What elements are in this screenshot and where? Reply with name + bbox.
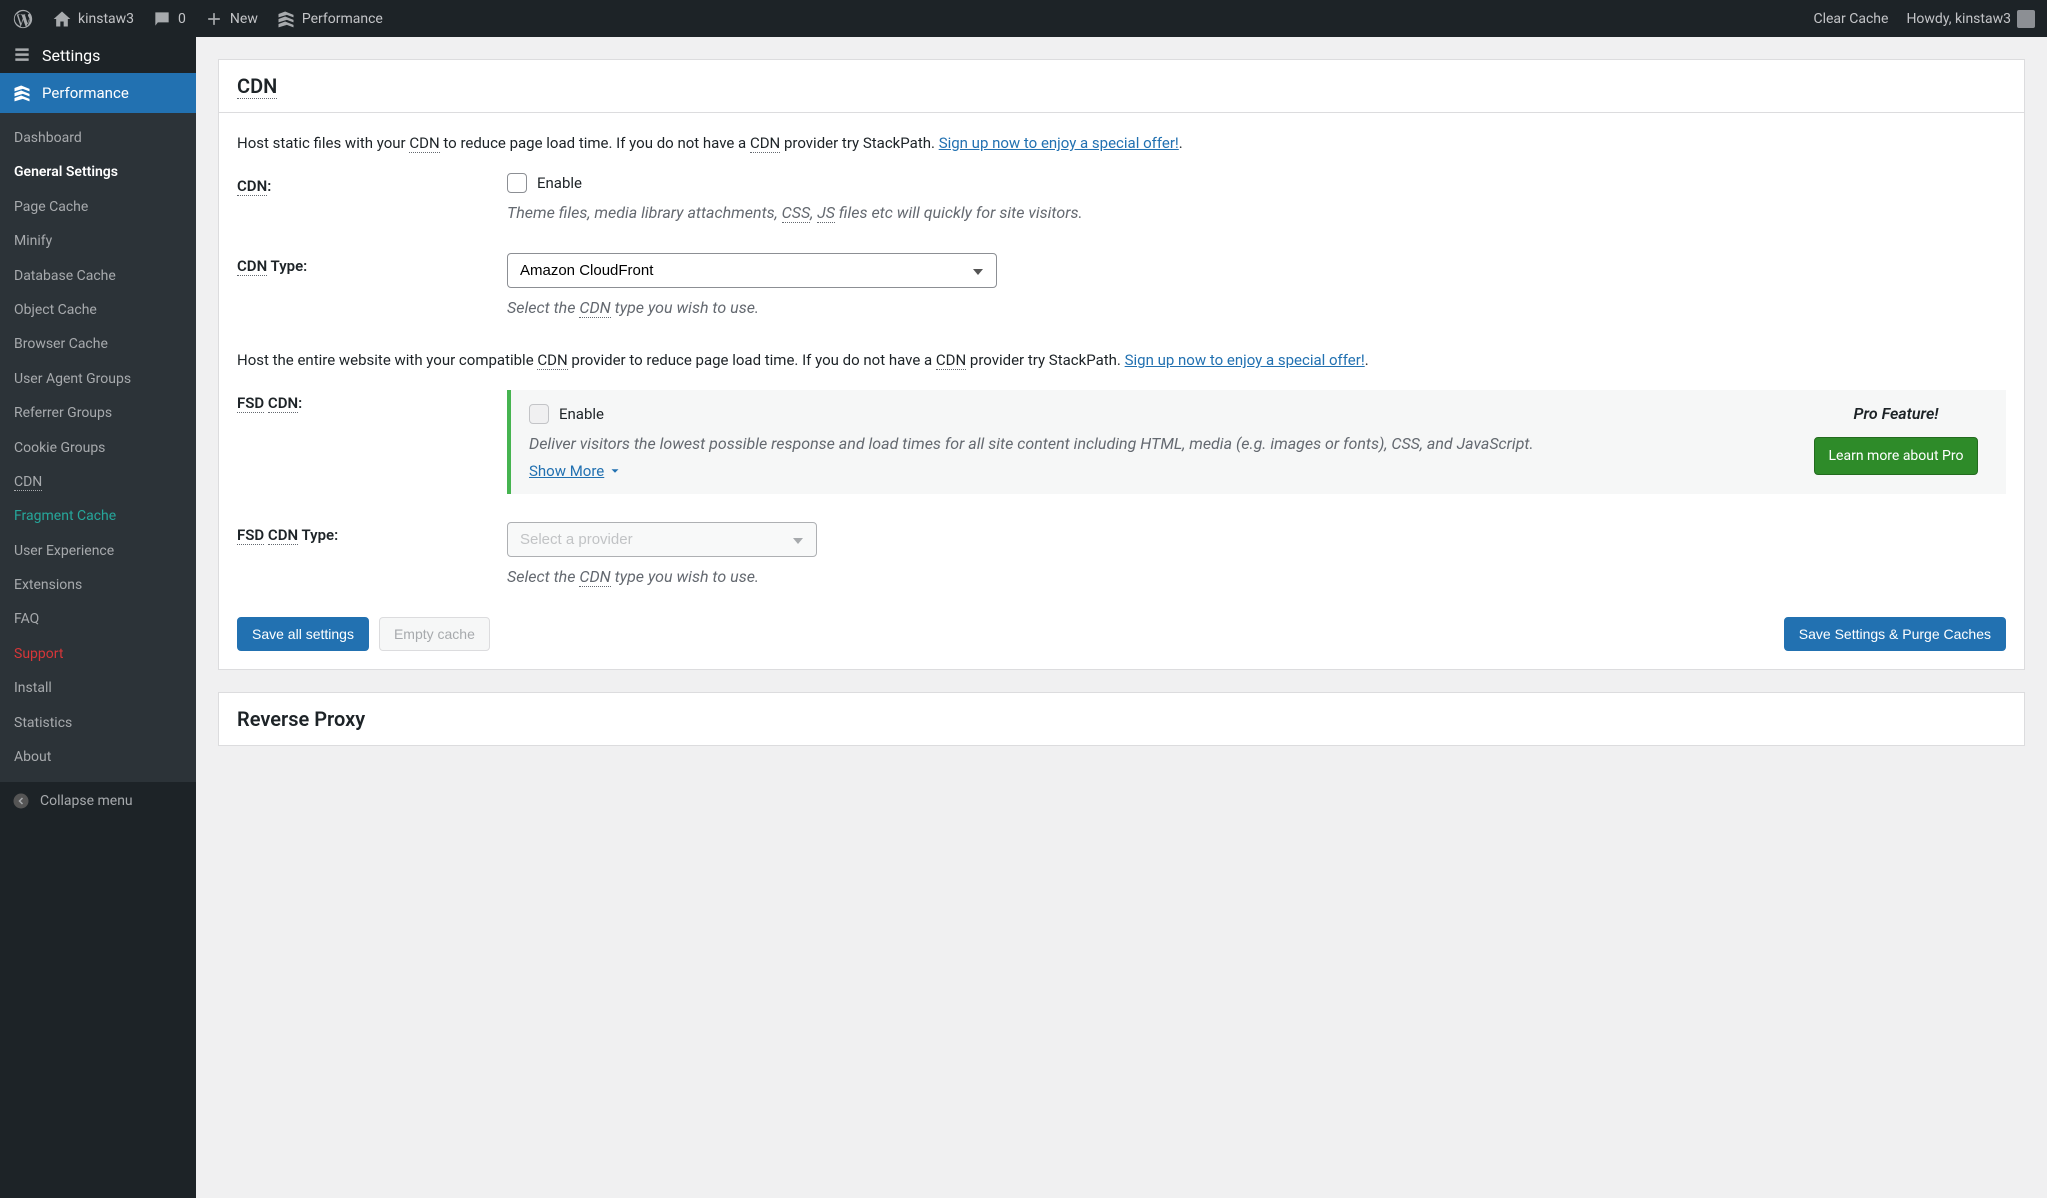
admin-bar: kinstaw3 0 New Performance Clear Cache H… [0, 0, 2047, 37]
sidebar-item-extensions[interactable]: Extensions [0, 568, 196, 602]
cdn-type-select[interactable]: Amazon CloudFront [507, 253, 997, 288]
sidebar-item-cdn[interactable]: CDN [0, 465, 196, 499]
collapse-menu-button[interactable]: Collapse menu [0, 782, 196, 820]
performance-label: Performance [302, 11, 383, 27]
show-more-link[interactable]: Show More [529, 462, 622, 480]
fsd-enable-text: Enable [559, 405, 604, 423]
performance-link[interactable]: Performance [276, 9, 383, 29]
cdn-enable-label: CDN: [237, 173, 507, 225]
cdn-panel-title: CDN [219, 60, 2024, 113]
sidebar-item-user-experience[interactable]: User Experience [0, 534, 196, 568]
sidebar-submenu: Dashboard General Settings Page Cache Mi… [0, 113, 196, 782]
cdn-type-desc: Select the CDN type you wish to use. [507, 296, 2006, 320]
sidebar-item-referrer-groups[interactable]: Referrer Groups [0, 396, 196, 430]
fsd-signup-link[interactable]: Sign up now to enjoy a special offer! [1125, 351, 1365, 369]
fsd-intro-text: Host the entire website with your compat… [237, 348, 2006, 372]
comments-link[interactable]: 0 [152, 9, 186, 29]
comments-count: 0 [178, 11, 186, 27]
cdn-type-label: CDN Type: [237, 253, 507, 320]
learn-more-pro-button[interactable]: Learn more about Pro [1814, 437, 1979, 475]
fsd-cdn-type-select: Select a provider [507, 522, 817, 557]
cdn-panel: CDN Host static files with your CDN to r… [218, 59, 2025, 670]
sidebar-item-install[interactable]: Install [0, 671, 196, 705]
site-link[interactable]: kinstaw3 [52, 9, 134, 29]
fsd-cdn-type-label: FSD CDN Type: [237, 522, 507, 589]
cdn-signup-link[interactable]: Sign up now to enjoy a special offer! [939, 134, 1179, 152]
cdn-intro-text: Host static files with your CDN to reduc… [237, 131, 2006, 155]
sidebar-item-browser-cache[interactable]: Browser Cache [0, 327, 196, 361]
chevron-down-icon [608, 464, 622, 478]
avatar-icon [2017, 10, 2035, 28]
sidebar-item-fragment-cache[interactable]: Fragment Cache [0, 499, 196, 533]
howdy-text: Howdy, kinstaw3 [1906, 11, 2011, 27]
empty-cache-button: Empty cache [379, 617, 490, 651]
main-content: CDN Host static files with your CDN to r… [196, 37, 2047, 1198]
reverse-proxy-panel-title: Reverse Proxy [218, 692, 2025, 746]
sidebar-item-general[interactable]: General Settings [0, 155, 196, 189]
sidebar-item-db-cache[interactable]: Database Cache [0, 259, 196, 293]
fsd-enable-checkbox [529, 404, 549, 424]
sidebar-item-support[interactable]: Support [0, 637, 196, 671]
sidebar-item-about[interactable]: About [0, 740, 196, 774]
fsd-cdn-type-desc: Select the CDN type you wish to use. [507, 565, 2006, 589]
save-all-settings-button[interactable]: Save all settings [237, 617, 369, 651]
sidebar-item-statistics[interactable]: Statistics [0, 706, 196, 740]
wp-logo[interactable] [12, 8, 34, 30]
pro-feature-label: Pro Feature! [1804, 404, 1988, 423]
cdn-enable-desc: Theme files, media library attachments, … [507, 201, 2006, 225]
sidebar-item-cookie-groups[interactable]: Cookie Groups [0, 431, 196, 465]
sidebar-item-dashboard[interactable]: Dashboard [0, 121, 196, 155]
site-name: kinstaw3 [78, 11, 134, 27]
pro-feature-box: Enable Deliver visitors the lowest possi… [507, 390, 2006, 494]
sidebar-item-page-cache[interactable]: Page Cache [0, 190, 196, 224]
save-purge-button[interactable]: Save Settings & Purge Caches [1784, 617, 2006, 651]
cdn-enable-checkbox[interactable] [507, 173, 527, 193]
sidebar-item-performance[interactable]: Performance [0, 73, 196, 113]
fsd-cdn-label: FSD CDN: [237, 390, 507, 522]
sidebar-item-minify[interactable]: Minify [0, 224, 196, 258]
admin-sidebar: Settings Performance Dashboard General S… [0, 37, 196, 1198]
account-link[interactable]: Howdy, kinstaw3 [1906, 10, 2035, 28]
sidebar-item-faq[interactable]: FAQ [0, 602, 196, 636]
new-link[interactable]: New [204, 9, 258, 29]
new-label: New [230, 11, 258, 27]
sidebar-heading-settings[interactable]: Settings [0, 37, 196, 73]
sidebar-item-object-cache[interactable]: Object Cache [0, 293, 196, 327]
fsd-desc: Deliver visitors the lowest possible res… [529, 432, 1788, 456]
sidebar-item-ua-groups[interactable]: User Agent Groups [0, 362, 196, 396]
cdn-enable-text: Enable [537, 174, 582, 192]
clear-cache-link[interactable]: Clear Cache [1813, 11, 1888, 27]
